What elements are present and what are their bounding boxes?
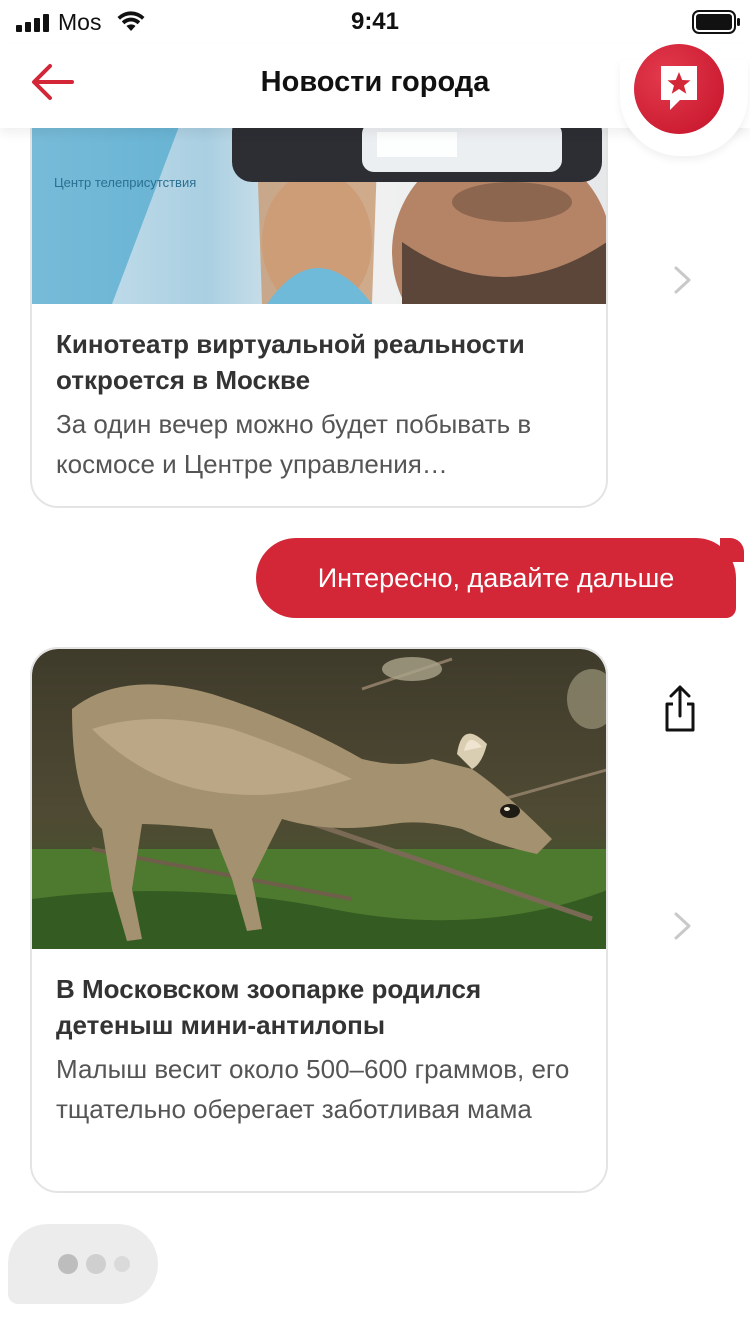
typing-dot	[58, 1254, 78, 1274]
news-title: В Московском зоопарке родился детеныш ми…	[56, 974, 482, 1040]
user-reply-bubble[interactable]: Интересно, давайте дальше	[256, 538, 744, 618]
typing-dot	[114, 1256, 130, 1272]
share-icon[interactable]	[660, 684, 700, 734]
app-logo-button[interactable]	[634, 44, 724, 134]
chevron-right-icon[interactable]	[672, 265, 694, 295]
user-reply-text: Интересно, давайте дальше	[317, 562, 675, 593]
news-card-zoo-antelope[interactable]: В Московском зоопарке родился детеныш ми…	[30, 647, 608, 1193]
news-description: За один вечер можно будет побывать в кос…	[56, 409, 532, 479]
clock: 9:41	[350, 8, 400, 35]
news-image-antelope	[32, 649, 606, 949]
status-bar: Mos 9:41	[0, 0, 750, 44]
typing-dot	[86, 1254, 106, 1274]
typing-indicator	[8, 1224, 158, 1304]
news-description: Малыш весит около 500–600 граммов, его т…	[56, 1054, 570, 1124]
battery-icon	[692, 10, 740, 34]
star-bookmark-icon	[661, 66, 697, 110]
news-title: Кинотеатр виртуальной реальности откроет…	[56, 329, 525, 395]
chevron-right-icon[interactable]	[672, 911, 694, 941]
image-caption-text: Центр телеприсутствия	[54, 175, 196, 190]
news-card-vr-cinema[interactable]: Центр телеприсутствия Кинотеатр виртуаль…	[30, 90, 608, 508]
